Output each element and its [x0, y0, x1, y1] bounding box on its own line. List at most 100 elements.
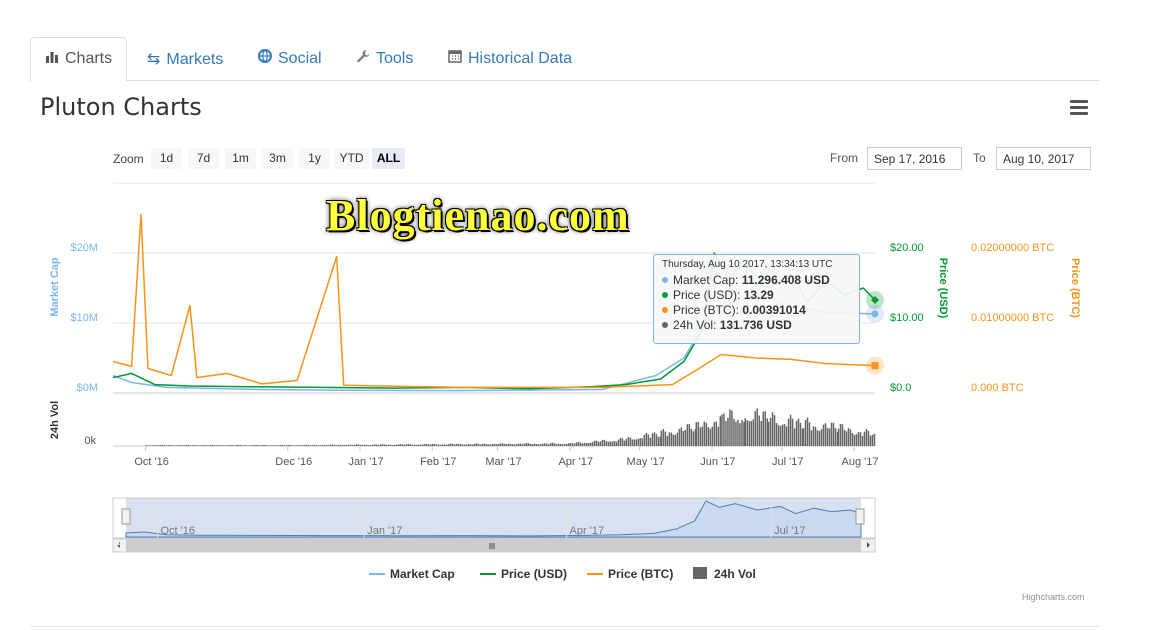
volume-bar — [185, 444, 188, 446]
volume-bar — [325, 445, 328, 446]
volume-bar — [255, 444, 258, 446]
volume-bar — [703, 421, 706, 446]
volume-bar — [513, 444, 516, 446]
volume-bar — [363, 444, 366, 446]
volume-bar — [688, 424, 691, 446]
volume-bar — [177, 445, 180, 446]
volume-bar — [705, 422, 708, 446]
volume-bar — [686, 424, 689, 446]
volume-bar — [343, 445, 346, 446]
volume-bar — [365, 444, 368, 446]
volume-bar — [808, 422, 811, 446]
volume-bar — [615, 441, 618, 446]
volume-bar — [832, 422, 835, 446]
price-chart[interactable]: Market Cap $0M $10M $20M 24h Vol 0k $0.0… — [0, 0, 1153, 630]
volume-bar — [531, 443, 534, 446]
tooltip-value: 11.296.408 USD — [741, 273, 830, 287]
volume-bar — [541, 443, 544, 446]
legend-item-24h-vol[interactable]: 24h Vol — [693, 567, 756, 581]
volume-bar — [623, 440, 626, 446]
end-markers — [866, 290, 884, 375]
volume-bar — [447, 444, 450, 446]
volume-bar — [609, 441, 612, 446]
volume-bar — [203, 445, 206, 446]
volume-bar — [423, 443, 426, 446]
volume-bar — [843, 429, 846, 446]
x-tick-label: Jun '17 — [700, 456, 735, 468]
volume-bar — [617, 439, 620, 446]
volume-bar — [812, 426, 815, 446]
volume-bar — [369, 444, 372, 446]
volume-bar — [743, 421, 745, 446]
x-tick-label: May '17 — [627, 456, 665, 468]
volume-bar — [389, 444, 392, 446]
volume-bar — [155, 445, 158, 446]
volume-bar — [655, 434, 658, 446]
volume-bar — [653, 432, 656, 446]
volume-bar — [333, 444, 336, 446]
volume-bar — [307, 444, 310, 446]
volume-bar — [473, 443, 476, 446]
tick-label: $10M — [70, 312, 98, 324]
navigator[interactable]: Oct '16 Jan '17 Apr '17 Jul '17 — [112, 497, 876, 553]
tooltip-label: 24h Vol: — [673, 318, 717, 332]
volume-bar — [699, 427, 702, 446]
navigator-handle-right[interactable] — [855, 508, 865, 525]
legend-item-market-cap[interactable]: Market Cap — [369, 567, 455, 581]
volume-bar — [824, 423, 827, 446]
volume-bars — [145, 408, 876, 446]
volume-bar — [273, 445, 276, 446]
volume-bar — [443, 444, 446, 446]
legend-item-price-usd[interactable]: Price (USD) — [480, 567, 567, 581]
volume-bar — [453, 444, 456, 446]
volume-bar — [611, 441, 614, 446]
volume-bar — [725, 421, 727, 446]
volume-bar — [505, 444, 508, 446]
volume-bar — [299, 445, 302, 446]
volume-bar — [521, 444, 524, 446]
volume-bar — [701, 426, 704, 446]
volume-bar — [863, 431, 866, 446]
volume-bar — [593, 440, 596, 446]
volume-bar — [271, 445, 274, 446]
legend-item-price-btc[interactable]: Price (BTC) — [587, 567, 673, 581]
volume-bar — [247, 445, 250, 446]
volume-bar — [189, 445, 192, 446]
volume-bar — [781, 424, 784, 446]
volume-bar — [621, 438, 624, 446]
volume-bar — [529, 443, 532, 446]
volume-bar — [853, 434, 856, 446]
volume-bar — [764, 411, 767, 446]
nav-tick-label: Jan '17 — [367, 525, 402, 537]
volume-bar — [421, 444, 424, 446]
volume-bar — [625, 438, 628, 446]
volume-bar — [251, 445, 254, 446]
volume-bar — [341, 445, 344, 446]
volume-bar — [297, 445, 300, 446]
hover-marker — [871, 310, 879, 318]
volume-bar — [257, 445, 260, 446]
volume-bar — [573, 443, 576, 446]
legend-line-icon — [587, 573, 603, 575]
volume-bar — [451, 443, 454, 446]
volume-bar — [787, 418, 790, 446]
volume-bar — [375, 444, 378, 446]
volume-bar — [205, 445, 208, 446]
volume-bar — [733, 418, 735, 446]
volume-bar — [545, 443, 548, 446]
volume-bar — [785, 426, 788, 446]
volume-bar — [867, 430, 870, 446]
volume-bar — [435, 444, 438, 446]
volume-bar — [149, 445, 152, 446]
volume-bar — [215, 445, 218, 446]
volume-bar — [461, 444, 464, 446]
volume-bar — [243, 445, 246, 446]
navigator-handle-left[interactable] — [121, 508, 131, 525]
volume-bar — [547, 444, 550, 446]
volume-bar — [207, 445, 210, 446]
volume-bar — [241, 445, 244, 446]
credits-link[interactable]: Highcharts.com — [1022, 592, 1085, 602]
volume-bar — [367, 445, 370, 446]
volume-bar — [589, 442, 592, 446]
volume-bar — [585, 442, 588, 446]
